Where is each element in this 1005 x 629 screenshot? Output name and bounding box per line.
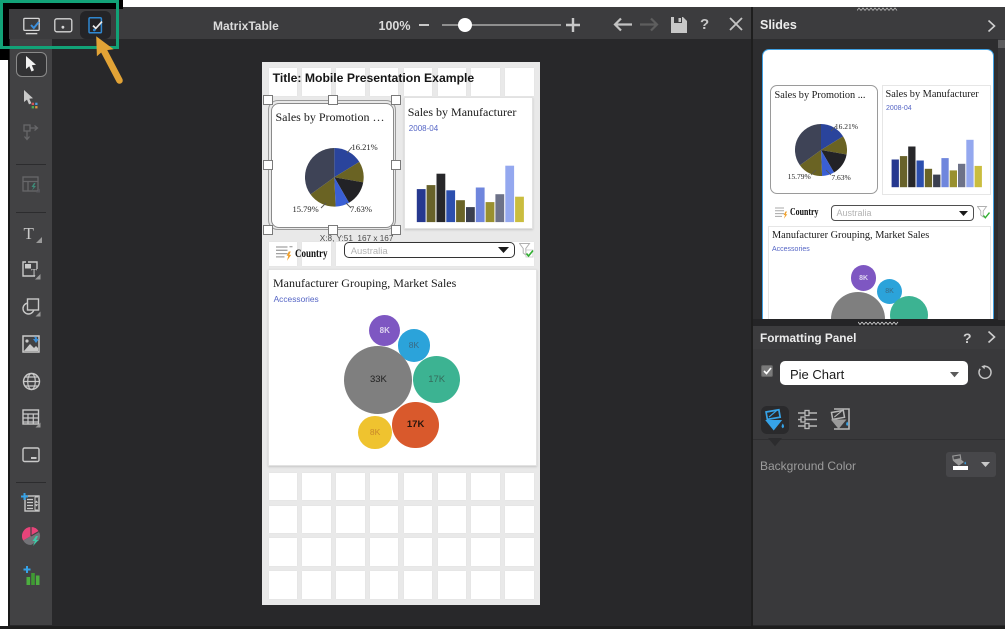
svg-text:T: T: [31, 268, 37, 279]
